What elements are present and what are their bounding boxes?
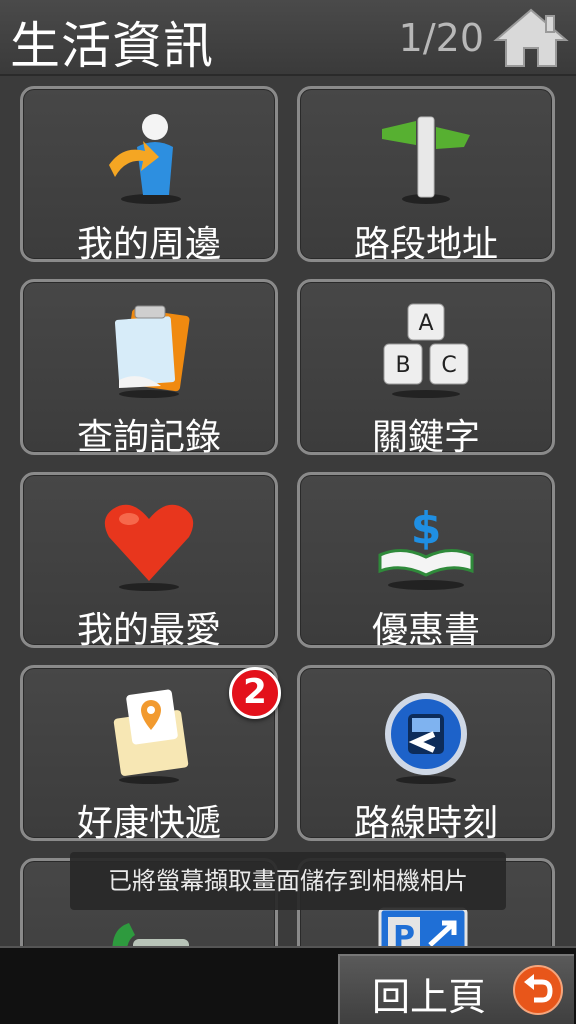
signpost-icon: [382, 116, 470, 204]
heart-icon: [104, 504, 194, 591]
back-arrow-icon: [513, 965, 563, 1015]
tile-label: 路線時刻: [353, 803, 498, 844]
back-button-label: 回上頁: [372, 975, 487, 1019]
svg-text:C: C: [441, 353, 456, 378]
tile-label: 優惠書: [371, 610, 480, 651]
page-counter: 1/20: [398, 16, 484, 60]
tile-search-history[interactable]: 查詢記錄: [20, 279, 278, 458]
coupon-book-icon: $: [378, 503, 474, 590]
svg-text:P: P: [393, 920, 415, 946]
tile-label: 我的周邊: [76, 224, 221, 265]
svg-text:$: $: [411, 503, 442, 554]
footer-bar: 回上頁: [0, 946, 576, 1024]
clipboard-history-icon: [114, 305, 190, 398]
menu-grid: 我的周邊 路段地址 查詢記錄 A B C 關鍵字 我的最愛 $ 優惠書 好康快遞…: [0, 80, 576, 946]
tile-label: 關鍵字: [371, 417, 480, 458]
tile-label: 我的最愛: [76, 610, 221, 651]
bus-icon: [385, 693, 467, 784]
envelope-location-icon: [113, 689, 189, 784]
tile-coupon-book[interactable]: $ 優惠書: [297, 472, 555, 651]
tile-label: 查詢記錄: [76, 417, 221, 458]
keyboard-abc-icon: A B C: [383, 303, 469, 398]
header-bar: 生活資訊 1/20: [0, 0, 576, 76]
back-button[interactable]: 回上頁: [338, 954, 574, 1024]
person-nearby-icon: [109, 114, 181, 204]
notification-badge: 2: [229, 667, 281, 719]
svg-text:A: A: [418, 311, 433, 336]
tile-label: 路段地址: [353, 224, 498, 265]
toast-message: 已將螢幕擷取畫面儲存到相機相片: [70, 852, 506, 910]
tile-my-favorites[interactable]: 我的最愛: [20, 472, 278, 651]
tile-my-nearby[interactable]: 我的周邊: [20, 86, 278, 265]
tile-keyword[interactable]: A B C 關鍵字: [297, 279, 555, 458]
tile-label: 好康快遞: [76, 803, 221, 844]
home-icon: [493, 8, 569, 67]
page-title: 生活資訊: [10, 17, 214, 75]
tile-route-timetable[interactable]: 路線時刻: [297, 665, 555, 844]
svg-text:B: B: [395, 353, 410, 378]
tile-road-address[interactable]: 路段地址: [297, 86, 555, 265]
home-button[interactable]: [492, 6, 570, 70]
